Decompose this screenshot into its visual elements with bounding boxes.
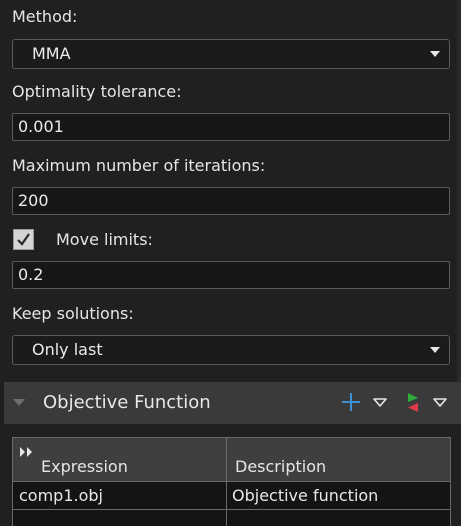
column-header-description[interactable]: Description bbox=[235, 457, 326, 477]
column-header-expression[interactable]: Expression bbox=[41, 457, 128, 477]
objective-function-table: Expression Description comp1.obj Objecti… bbox=[12, 437, 451, 526]
dropdown-arrow-icon[interactable] bbox=[428, 390, 452, 414]
keep-solutions-select[interactable]: Only last bbox=[12, 335, 450, 365]
move-limits-value: 0.2 bbox=[18, 265, 44, 284]
move-limits-field[interactable]: 0.2 bbox=[12, 261, 450, 289]
method-select[interactable]: MMA bbox=[12, 39, 450, 69]
add-plus-icon[interactable] bbox=[339, 390, 363, 414]
dropdown-arrow-icon[interactable] bbox=[368, 390, 392, 414]
optimality-tolerance-label: Optimality tolerance: bbox=[12, 82, 182, 101]
method-value: MMA bbox=[32, 44, 71, 63]
chevron-down-icon bbox=[430, 347, 440, 353]
method-label: Method: bbox=[12, 7, 78, 26]
expression-cell[interactable]: comp1.obj bbox=[19, 486, 103, 506]
collapse-triangle-icon[interactable] bbox=[13, 399, 25, 406]
max-iterations-label: Maximum number of iterations: bbox=[12, 156, 266, 175]
section-title: Objective Function bbox=[43, 392, 211, 413]
table-header-row: Expression Description bbox=[13, 438, 450, 482]
keep-solutions-value: Only last bbox=[32, 340, 103, 359]
keep-solutions-label: Keep solutions: bbox=[12, 304, 134, 323]
description-cell[interactable]: Objective function bbox=[232, 486, 378, 506]
move-limits-label: Move limits: bbox=[56, 230, 153, 249]
table-row[interactable]: comp1.obj Objective function bbox=[13, 482, 450, 510]
objective-function-section-header[interactable]: Objective Function bbox=[4, 382, 461, 424]
max-iterations-field[interactable]: 200 bbox=[12, 187, 450, 215]
optimality-tolerance-field[interactable]: 0.001 bbox=[12, 113, 450, 141]
optimality-tolerance-value: 0.001 bbox=[18, 117, 64, 136]
checkmark-icon bbox=[17, 233, 30, 246]
move-limits-checkbox[interactable] bbox=[13, 229, 34, 250]
evaluate-flag-icon[interactable] bbox=[401, 390, 425, 414]
chevron-down-icon bbox=[430, 51, 440, 57]
expand-all-icon[interactable] bbox=[19, 443, 35, 462]
scrollbar[interactable] bbox=[457, 0, 461, 382]
table-row-empty[interactable] bbox=[13, 510, 450, 526]
settings-panel: Method: MMA Optimality tolerance: 0.001 … bbox=[0, 0, 461, 526]
max-iterations-value: 200 bbox=[18, 191, 49, 210]
